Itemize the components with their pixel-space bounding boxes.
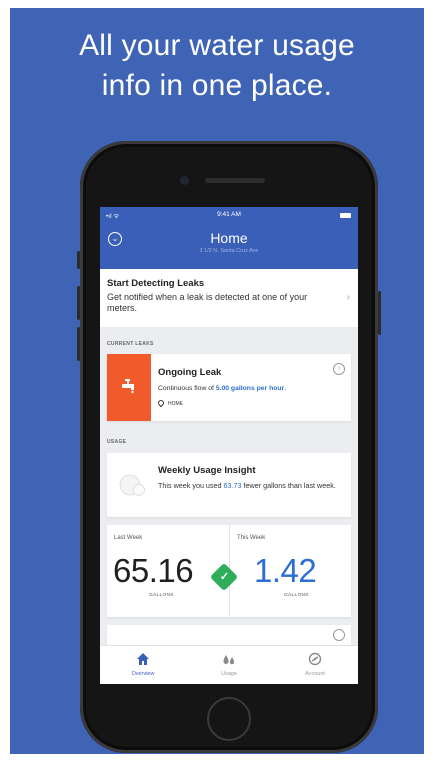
tab-account[interactable]: Account xyxy=(272,646,358,684)
banner-body: Get notified when a leak is detected at … xyxy=(107,292,308,313)
next-card-peek[interactable] xyxy=(107,625,351,645)
phone-mute-switch xyxy=(77,251,80,269)
phone-device: •ıl ᯤ 9:41 AM ⌄ Home 3 1/2 N. Santa Cruz… xyxy=(77,141,381,753)
promo-frame: All your water usage info in one place. … xyxy=(10,8,424,754)
chevron-right-icon: › xyxy=(346,292,350,303)
phone-volume-down xyxy=(77,327,80,361)
current-leaks-label: CURRENT LEAKS xyxy=(107,341,154,347)
usage-label: USAGE xyxy=(107,439,127,445)
water-drops-icon xyxy=(223,655,234,665)
app-header: •ıl ᯤ 9:41 AM ⌄ Home 3 1/2 N. Santa Cruz… xyxy=(100,207,358,269)
page-title: Home xyxy=(210,230,248,246)
account-icon xyxy=(308,652,322,666)
usage-bubbles-icon xyxy=(119,474,145,496)
last-week-unit: GALLONS xyxy=(149,593,174,598)
leak-description: Continuous flow of 5.00 gallons per hour… xyxy=(158,385,286,392)
banner-title: Start Detecting Leaks xyxy=(107,278,205,289)
tab-usage-label: Usage xyxy=(221,671,237,677)
app-screen: •ıl ᯤ 9:41 AM ⌄ Home 3 1/2 N. Santa Cruz… xyxy=(100,207,358,684)
this-week-label: This Week xyxy=(237,535,266,541)
phone-home-button[interactable] xyxy=(207,697,251,741)
headline-line-2: info in one place. xyxy=(101,69,333,102)
leak-icon-container xyxy=(107,354,151,421)
location-pin-icon xyxy=(156,398,166,408)
last-week-label: Last Week xyxy=(114,535,143,541)
status-time: 9:41 AM xyxy=(217,211,241,218)
insight-value: 63.73 xyxy=(223,481,242,490)
tab-account-label: Account xyxy=(305,671,325,677)
this-week-unit: GALLONS xyxy=(284,593,309,598)
chevron-right-circle-icon xyxy=(333,629,345,641)
page-subtitle: 3 1/2 N. Santa Cruz Ave xyxy=(199,248,259,254)
promo-headline: All your water usage info in one place. xyxy=(10,26,424,106)
leak-location: HOME xyxy=(168,401,183,407)
start-detecting-leaks-banner[interactable]: Start Detecting Leaks Get notified when … xyxy=(100,269,358,327)
phone-speaker xyxy=(205,178,265,183)
leak-text-prefix: Continuous flow of xyxy=(158,385,216,392)
insight-description: This week you used 63.73 fewer gallons t… xyxy=(158,481,346,491)
phone-power-button xyxy=(378,291,381,335)
leak-title: Ongoing Leak xyxy=(158,367,222,378)
weekly-comparison-card[interactable]: Last Week 65.16 GALLONS This Week 1.42 G… xyxy=(107,525,351,617)
bottom-tab-bar: Overview Usage Account xyxy=(100,645,358,684)
leak-text-suffix: . xyxy=(284,385,287,392)
tab-overview-label: Overview xyxy=(131,671,155,677)
home-icon xyxy=(137,653,149,665)
faucet-icon xyxy=(122,379,134,394)
battery-icon xyxy=(340,213,351,218)
phone-volume-up xyxy=(77,286,80,320)
chevron-right-circle-icon[interactable]: › xyxy=(333,363,345,375)
leak-flow-rate: 5.00 gallons per hour xyxy=(215,385,285,392)
phone-camera xyxy=(180,176,189,185)
headline-line-1: All your water usage xyxy=(79,29,355,62)
tab-usage[interactable]: Usage xyxy=(186,646,272,684)
last-week-value: 65.16 xyxy=(113,552,194,589)
checkmark-icon: ✓ xyxy=(219,571,230,583)
tab-overview[interactable]: Overview xyxy=(100,646,186,684)
insight-suffix: fewer gallons than last week. xyxy=(241,481,336,490)
insight-prefix: This week you used xyxy=(158,481,224,490)
ongoing-leak-card[interactable]: Ongoing Leak Continuous flow of 5.00 gal… xyxy=(107,354,351,421)
weekly-usage-insight-card[interactable]: Weekly Usage Insight This week you used … xyxy=(107,453,351,517)
insight-title: Weekly Usage Insight xyxy=(158,465,256,476)
this-week-value: 1.42 xyxy=(254,552,317,589)
